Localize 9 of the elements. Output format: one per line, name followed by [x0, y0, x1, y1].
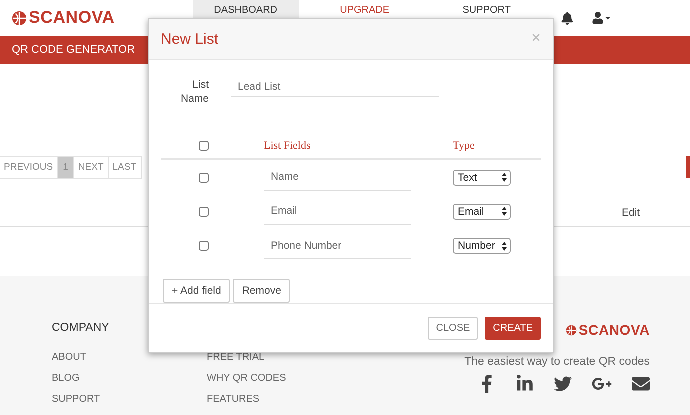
column-header: Edit	[622, 206, 640, 219]
tagline: The easiest way to create QR codes	[464, 356, 650, 368]
logo-text: SCANOVA	[578, 322, 650, 338]
footer-heading: COMPANY	[52, 322, 110, 336]
logo-text: SCANOVA	[29, 8, 115, 28]
field-label: List Name	[180, 78, 209, 106]
page-title: QR CODE GENERATOR	[12, 44, 136, 56]
column-header: Type	[453, 140, 476, 152]
column-header: List Fields	[263, 140, 312, 152]
